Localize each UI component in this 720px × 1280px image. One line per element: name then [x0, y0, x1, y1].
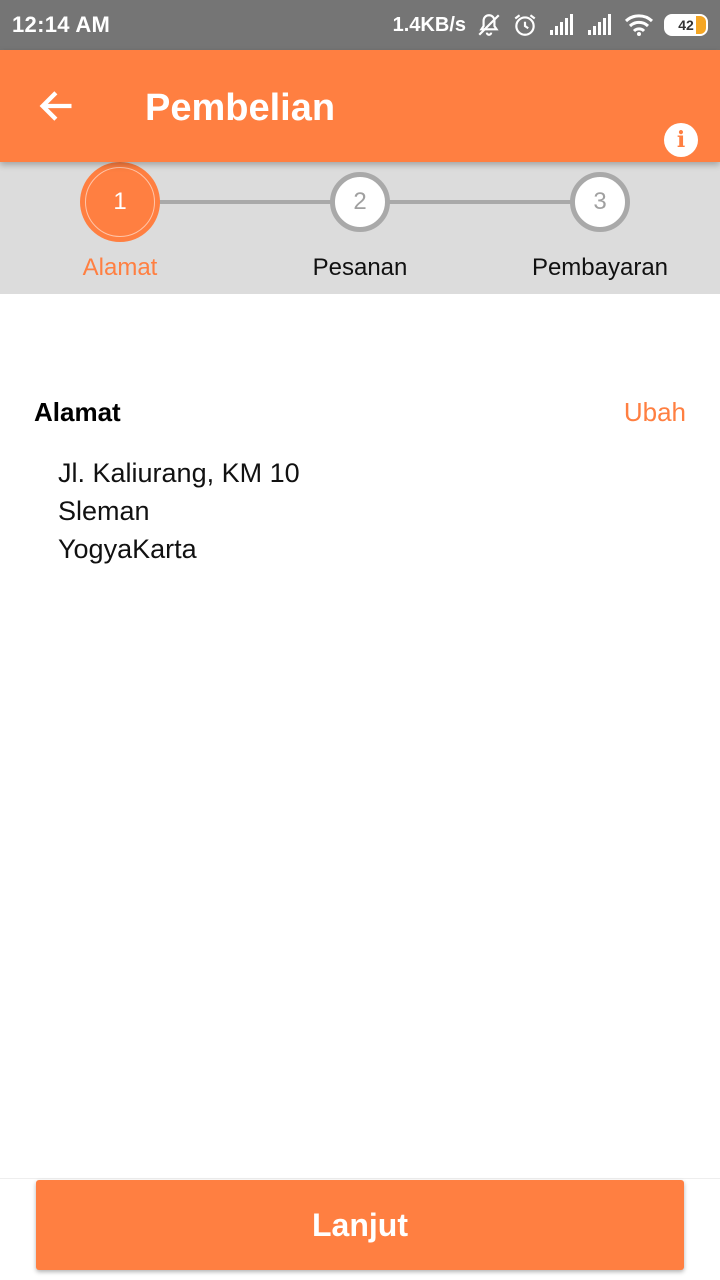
- step-1-indicator: 1: [80, 162, 160, 242]
- footer-divider: [0, 1178, 720, 1179]
- address-title: Alamat: [34, 396, 121, 427]
- step-2-label: Pesanan: [312, 254, 408, 281]
- info-button[interactable]: i: [664, 123, 698, 157]
- signal-icon: [548, 14, 576, 36]
- wifi-icon: [624, 13, 654, 37]
- info-icon: i: [676, 127, 686, 153]
- arrow-left-icon: [36, 86, 76, 131]
- step-connector: [388, 200, 573, 204]
- step-3-indicator: 3: [570, 172, 630, 232]
- battery-level: 42: [678, 17, 694, 33]
- step-2-indicator: 2: [330, 172, 390, 232]
- status-time: 12:14 AM: [12, 12, 111, 37]
- status-icons: 1.4KB/s 42: [393, 12, 708, 38]
- address-details: Jl. Kaliurang, KM 10 Sleman YogyaKarta: [58, 454, 300, 568]
- signal-icon: [586, 14, 614, 36]
- network-speed: 1.4KB/s: [392, 13, 466, 36]
- next-button[interactable]: Lanjut: [36, 1180, 684, 1270]
- purchase-screen: 12:14 AM 1.4KB/s 42 Pembelian i 1 2 3 Al…: [0, 0, 720, 1280]
- edit-address-link[interactable]: Ubah: [624, 397, 686, 428]
- app-bar: Pembelian i: [0, 50, 720, 162]
- mute-icon: [476, 12, 502, 38]
- step-3-label: Pembayaran: [531, 254, 669, 281]
- address-header: Alamat Ubah: [34, 392, 686, 432]
- address-city: Sleman: [58, 496, 150, 526]
- status-bar: 12:14 AM 1.4KB/s 42: [0, 0, 720, 50]
- step-1-label: Alamat: [82, 254, 158, 281]
- alarm-icon: [512, 12, 538, 38]
- checkout-stepper: 1 2 3 Alamat Pesanan Pembayaran: [0, 162, 720, 294]
- address-province: YogyaKarta: [58, 534, 197, 564]
- page-title: Pembelian: [145, 87, 336, 129]
- step-connector: [158, 200, 333, 204]
- battery-icon: 42: [664, 14, 708, 36]
- address-street: Jl. Kaliurang, KM 10: [58, 458, 300, 488]
- back-button[interactable]: [32, 84, 80, 132]
